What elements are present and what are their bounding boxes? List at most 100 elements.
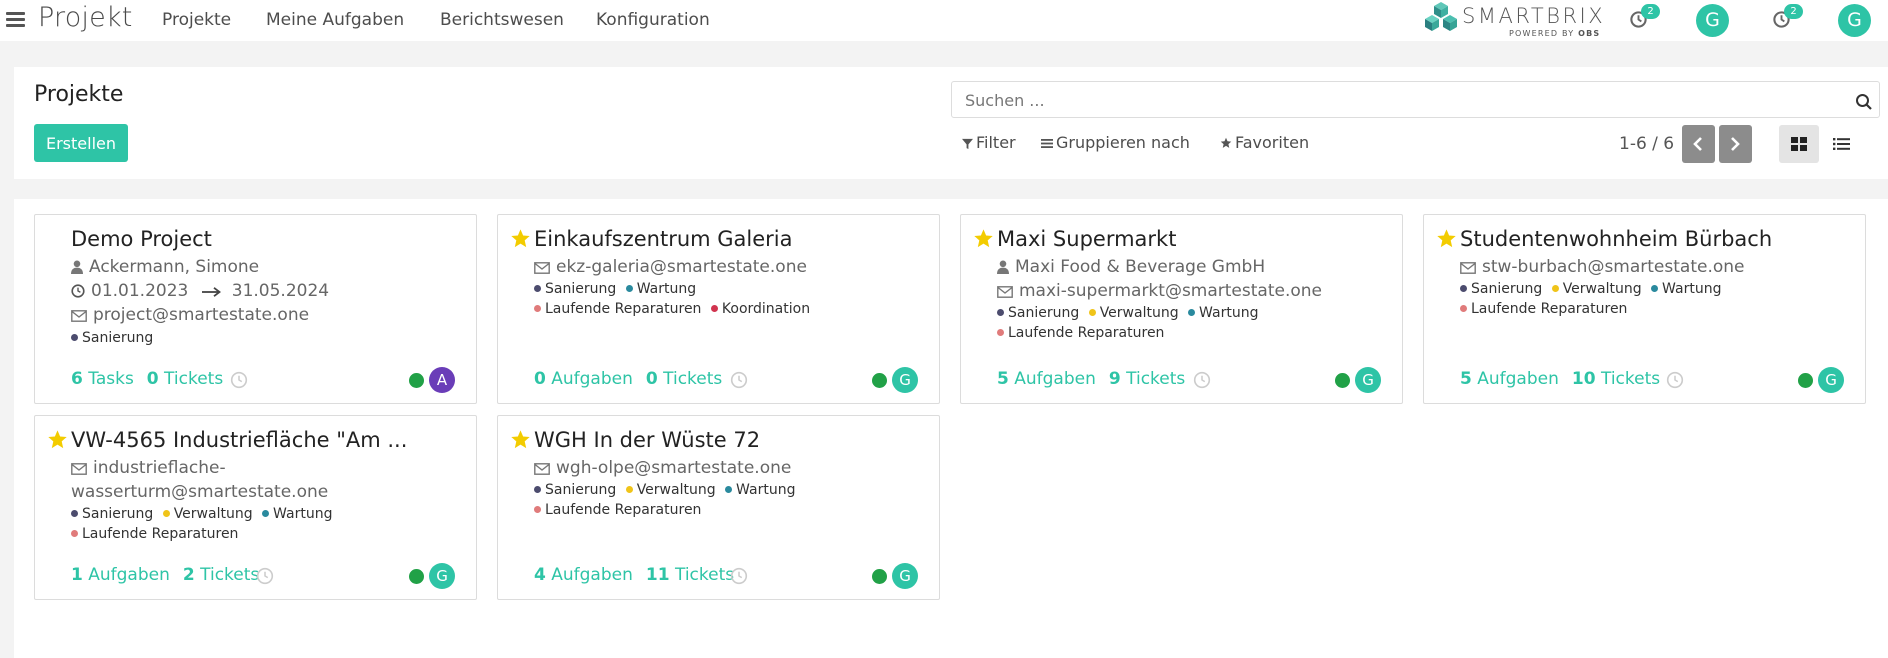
create-button[interactable]: Erstellen bbox=[34, 124, 128, 162]
menu-item-meine-aufgaben[interactable]: Meine Aufgaben bbox=[266, 10, 404, 30]
card-email-text: ekz-galeria@smartestate.one bbox=[556, 257, 807, 277]
tasks-count: 4 bbox=[534, 565, 546, 585]
pager-next-button[interactable] bbox=[1719, 125, 1752, 163]
activity-clock-icon[interactable]: 2 bbox=[1629, 4, 1660, 30]
card-email-text: maxi-supermarkt@smartestate.one bbox=[1019, 281, 1322, 301]
card-avatar[interactable]: G bbox=[1818, 367, 1844, 393]
tag-item: Verwaltung bbox=[1551, 281, 1642, 297]
project-card-maxi[interactable]: Maxi Supermarkt Maxi Food & Beverage Gmb… bbox=[960, 214, 1403, 404]
tag-dot bbox=[710, 305, 718, 312]
activity-clock-icon-secondary[interactable]: 2 bbox=[1772, 4, 1803, 30]
tag-item: Laufende Reparaturen bbox=[534, 502, 701, 518]
card-title[interactable]: Einkaufszentrum Galeria bbox=[534, 227, 793, 251]
card-title[interactable]: Maxi Supermarkt bbox=[997, 227, 1176, 251]
tag-dot bbox=[1460, 285, 1467, 292]
tickets-count: 10 bbox=[1571, 369, 1596, 389]
tickets-link[interactable]: 10 Tickets bbox=[1572, 369, 1660, 389]
tasks-count: 5 bbox=[1460, 369, 1472, 389]
activity-clock-icon[interactable] bbox=[256, 567, 274, 585]
tag-dot bbox=[625, 486, 633, 493]
tag-item: Sanierung bbox=[997, 305, 1079, 321]
tickets-count: 11 bbox=[645, 565, 670, 585]
card-avatar[interactable]: G bbox=[892, 563, 918, 589]
menu-item-projekte[interactable]: Projekte bbox=[162, 10, 231, 30]
activity-clock-icon[interactable] bbox=[730, 371, 748, 389]
activity-clock-icon[interactable] bbox=[230, 371, 248, 389]
menu-item-konfiguration[interactable]: Konfiguration bbox=[596, 10, 710, 30]
tickets-link[interactable]: 9 Tickets bbox=[1109, 369, 1185, 389]
tasks-link[interactable]: 6 Tasks bbox=[71, 369, 134, 389]
tickets-label: Tickets bbox=[674, 565, 735, 585]
search-icon[interactable] bbox=[1855, 93, 1873, 111]
card-email-text-line-1: industrieflache- bbox=[93, 458, 226, 478]
card-footer: 6 Tasks 0 Tickets bbox=[71, 369, 236, 389]
card-email-text: wgh-olpe@smartestate.one bbox=[556, 458, 792, 478]
tasks-link[interactable]: 1 Aufgaben bbox=[71, 565, 170, 585]
favorite-star-icon[interactable] bbox=[1436, 228, 1457, 249]
card-avatar[interactable]: A bbox=[429, 367, 455, 393]
user-avatar[interactable]: G bbox=[1696, 4, 1729, 37]
status-dot[interactable] bbox=[872, 373, 887, 388]
status-dot[interactable] bbox=[409, 569, 424, 584]
menu-hamburger-icon[interactable] bbox=[6, 9, 26, 31]
favorite-star-icon[interactable] bbox=[47, 429, 68, 450]
tag-dot bbox=[71, 510, 78, 517]
tag-label: Sanierung bbox=[1471, 281, 1543, 297]
project-card-wgh[interactable]: WGH In der Wüste 72 wgh-olpe@smartestate… bbox=[497, 415, 940, 600]
tag-label: Laufende Reparaturen bbox=[545, 502, 702, 518]
pager-previous-button[interactable] bbox=[1682, 125, 1715, 163]
tag-item: Wartung bbox=[1651, 281, 1721, 297]
tasks-link[interactable]: 5 Aufgaben bbox=[1460, 369, 1559, 389]
tag-item: Verwaltung bbox=[625, 482, 716, 498]
menu-item-berichtswesen[interactable]: Berichtswesen bbox=[440, 10, 564, 30]
tag-item: Sanierung bbox=[534, 482, 616, 498]
tag-item: Sanierung bbox=[71, 506, 153, 522]
card-title[interactable]: Demo Project bbox=[71, 227, 212, 251]
tickets-link[interactable]: 0 Tickets bbox=[646, 369, 722, 389]
project-card-studentenwohnheim[interactable]: Studentenwohnheim Bürbach stw-burbach@sm… bbox=[1423, 214, 1866, 404]
favorite-star-icon[interactable] bbox=[510, 228, 531, 249]
status-dot[interactable] bbox=[409, 373, 424, 388]
status-dot[interactable] bbox=[1798, 373, 1813, 388]
card-footer: 0 Aufgaben 0 Tickets bbox=[534, 369, 735, 389]
status-dot[interactable] bbox=[1335, 373, 1350, 388]
user-avatar-secondary[interactable]: G bbox=[1838, 4, 1871, 37]
tasks-label: Aufgaben bbox=[1014, 369, 1096, 389]
card-avatar[interactable]: G bbox=[429, 563, 455, 589]
tag-label: Wartung bbox=[1199, 305, 1259, 321]
project-card-vw-4565[interactable]: VW-4565 Industriefläche "Am ... industri… bbox=[34, 415, 477, 600]
tickets-link[interactable]: 0 Tickets bbox=[147, 369, 223, 389]
tag-item: Koordination bbox=[710, 301, 810, 317]
tasks-count: 5 bbox=[997, 369, 1009, 389]
card-avatar[interactable]: G bbox=[892, 367, 918, 393]
filter-button[interactable]: Filter bbox=[962, 133, 1016, 152]
search-input[interactable] bbox=[965, 88, 1825, 112]
tasks-link[interactable]: 0 Aufgaben bbox=[534, 369, 633, 389]
tasks-link[interactable]: 5 Aufgaben bbox=[997, 369, 1096, 389]
activity-clock-icon[interactable] bbox=[1666, 371, 1684, 389]
project-card-demo[interactable]: Demo Project Ackermann, Simone 01.01.202… bbox=[34, 214, 477, 404]
app-title[interactable]: Projekt bbox=[38, 2, 133, 33]
card-title[interactable]: VW-4565 Industriefläche "Am ... bbox=[71, 428, 407, 452]
favorites-button[interactable]: Favoriten bbox=[1220, 133, 1309, 152]
project-card-galeria[interactable]: Einkaufszentrum Galeria ekz-galeria@smar… bbox=[497, 214, 940, 404]
activity-clock-icon[interactable] bbox=[730, 567, 748, 585]
favorite-star-icon[interactable] bbox=[973, 228, 994, 249]
card-avatar[interactable]: G bbox=[1355, 367, 1381, 393]
card-title[interactable]: Studentenwohnheim Bürbach bbox=[1460, 227, 1772, 251]
tag-item: Laufende Reparaturen bbox=[997, 325, 1164, 341]
group-by-button[interactable]: Gruppieren nach bbox=[1041, 133, 1190, 152]
card-title[interactable]: WGH In der Wüste 72 bbox=[534, 428, 760, 452]
tasks-link[interactable]: 4 Aufgaben bbox=[534, 565, 633, 585]
kanban-view-button[interactable] bbox=[1779, 125, 1819, 163]
status-dot[interactable] bbox=[872, 569, 887, 584]
envelope-icon bbox=[997, 286, 1013, 298]
tasks-label: Aufgaben bbox=[551, 565, 633, 585]
tickets-link[interactable]: 11 Tickets bbox=[646, 565, 734, 585]
favorite-star-icon[interactable] bbox=[510, 429, 531, 450]
card-email: maxi-supermarkt@smartestate.one bbox=[997, 281, 1322, 301]
tickets-link[interactable]: 2 Tickets bbox=[183, 565, 259, 585]
pager-value[interactable]: 1-6 / 6 bbox=[1619, 134, 1674, 154]
activity-clock-icon[interactable] bbox=[1193, 371, 1211, 389]
list-view-button[interactable] bbox=[1821, 125, 1861, 163]
